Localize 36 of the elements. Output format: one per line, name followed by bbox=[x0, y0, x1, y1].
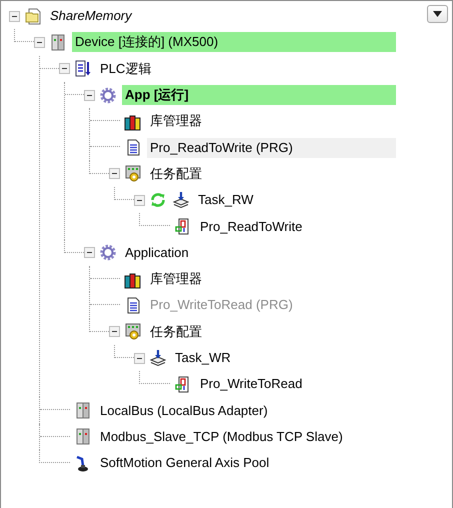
collapse-icon[interactable] bbox=[109, 326, 120, 338]
tree-item[interactable]: Task_RW bbox=[195, 190, 256, 210]
document-icon bbox=[74, 59, 92, 78]
tree-item[interactable]: Application bbox=[122, 242, 192, 263]
collapse-icon[interactable] bbox=[59, 63, 70, 74]
tree-item[interactable]: Pro_WriteToRead bbox=[197, 374, 306, 394]
collapse-icon[interactable] bbox=[134, 352, 145, 364]
tree-item[interactable]: 任务配置 bbox=[147, 322, 205, 342]
tree-item[interactable]: Modbus_Slave_TCP (Modbus TCP Slave) bbox=[97, 426, 346, 447]
tree-item[interactable]: Pro_ReadToWrite bbox=[197, 216, 306, 237]
tree-item[interactable]: PLC逻辑 bbox=[97, 58, 154, 79]
tree-item[interactable]: LocalBus (LocalBus Adapter) bbox=[97, 400, 271, 421]
tree-item[interactable]: SoftMotion General Axis Pool bbox=[97, 453, 272, 474]
collapse-icon[interactable] bbox=[34, 36, 45, 48]
stack-icon bbox=[172, 190, 190, 210]
gear-box-icon bbox=[124, 322, 142, 342]
gear-box-icon bbox=[124, 164, 142, 184]
tree-item[interactable]: Pro_ReadToWrite (PRG) bbox=[147, 138, 396, 158]
tree-item[interactable]: App [运行] bbox=[122, 85, 396, 106]
gear-icon bbox=[99, 86, 117, 105]
collapse-icon[interactable] bbox=[109, 168, 120, 180]
tree-item[interactable]: 库管理器 bbox=[147, 111, 205, 132]
tree-item[interactable]: Task_WR bbox=[172, 348, 234, 368]
tree-item[interactable]: Device [连接的] (MX500) bbox=[72, 32, 396, 52]
dropdown-button[interactable] bbox=[427, 5, 448, 23]
collapse-icon[interactable] bbox=[84, 90, 95, 101]
tree-item[interactable]: 任务配置 bbox=[147, 164, 205, 184]
gear-icon bbox=[99, 243, 117, 262]
document-icon bbox=[24, 6, 42, 26]
stack-icon bbox=[149, 348, 167, 368]
collapse-icon[interactable] bbox=[84, 247, 95, 258]
caret-icon bbox=[433, 11, 442, 17]
tree-item[interactable]: 库管理器 bbox=[147, 269, 205, 290]
collapse-icon[interactable] bbox=[134, 194, 145, 206]
tree-item[interactable]: ShareMemory bbox=[47, 6, 135, 26]
collapse-icon[interactable] bbox=[9, 10, 20, 22]
